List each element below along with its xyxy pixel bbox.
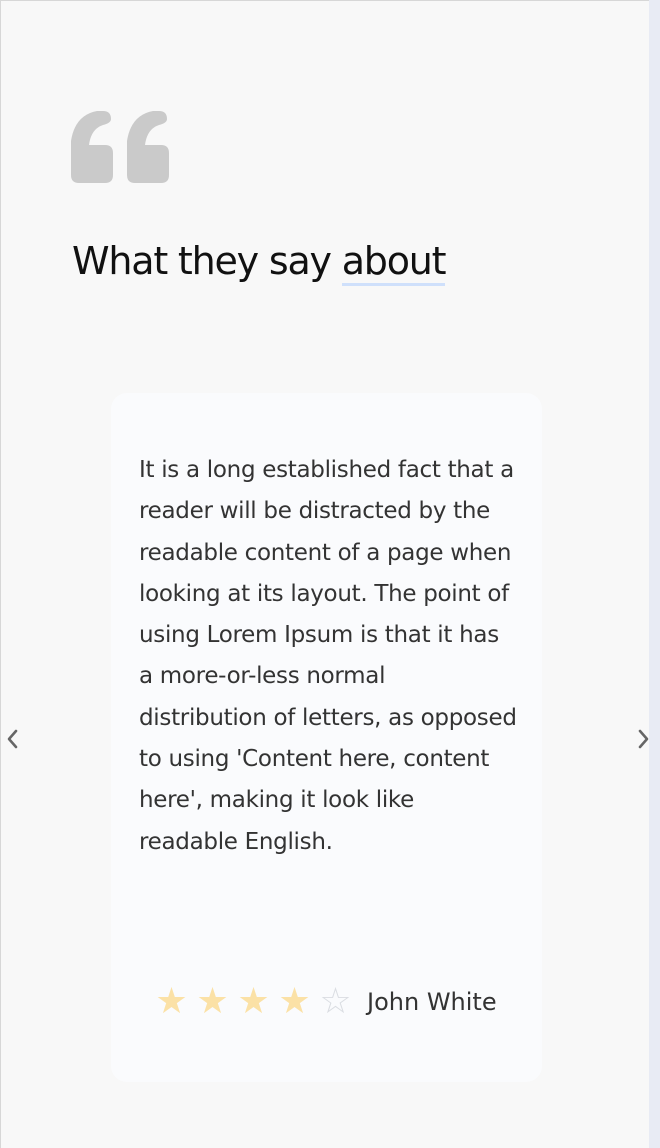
star-icon: ★ — [155, 980, 188, 1021]
testimonial-section: What they say about It is a long establi… — [0, 0, 650, 1148]
star-icon: ★ — [196, 980, 229, 1021]
star-rating: ★ ★ ★ ★ ☆ — [151, 981, 356, 1021]
heading-highlight: about — [341, 239, 447, 286]
carousel-prev-button[interactable] — [1, 724, 23, 754]
quote-marks-icon — [71, 111, 169, 183]
chevron-left-icon — [7, 729, 18, 749]
star-icon: ★ — [278, 980, 311, 1021]
section-heading: What they say about — [72, 239, 447, 286]
testimonial-card: It is a long established fact that a rea… — [111, 393, 542, 1082]
star-icon: ★ — [237, 980, 270, 1021]
author-name: John White — [367, 988, 497, 1016]
testimonial-text: It is a long established fact that a rea… — [139, 457, 517, 855]
scrollbar-track[interactable] — [649, 0, 660, 1148]
heading-text: What they say — [72, 239, 332, 283]
star-icon: ☆ — [319, 980, 352, 1021]
